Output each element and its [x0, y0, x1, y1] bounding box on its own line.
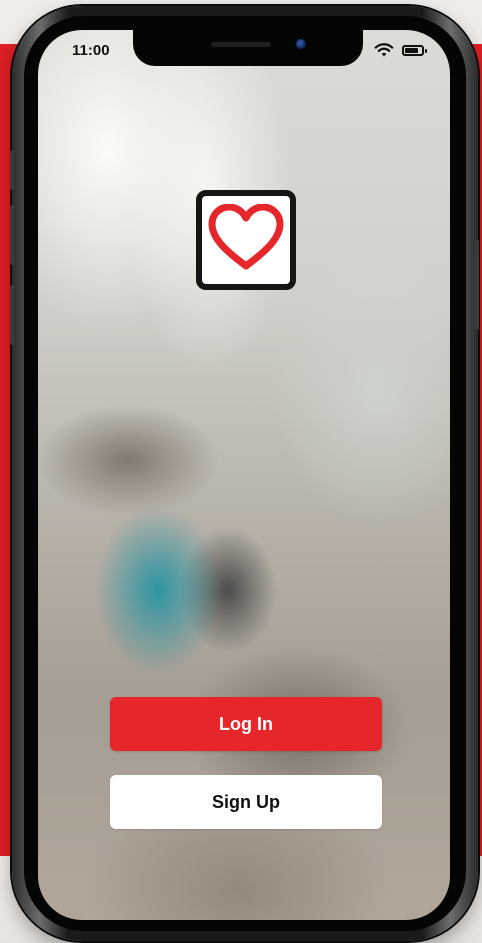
front-camera [296, 39, 306, 49]
volume-up-button [10, 205, 14, 265]
notch [133, 30, 363, 66]
power-button [475, 240, 479, 330]
status-time: 11:00 [72, 42, 110, 59]
app-logo [196, 190, 296, 290]
signup-button[interactable]: Sign Up [110, 775, 382, 829]
volume-down-button [10, 285, 14, 345]
battery-icon [402, 45, 427, 56]
mute-switch [10, 150, 14, 190]
wifi-icon [374, 43, 394, 57]
status-icons [374, 42, 434, 60]
heart-icon [208, 204, 284, 270]
stage: 11:00 Log In Sign Up [0, 0, 482, 943]
speaker-grille [211, 42, 271, 47]
login-button[interactable]: Log In [110, 697, 382, 751]
